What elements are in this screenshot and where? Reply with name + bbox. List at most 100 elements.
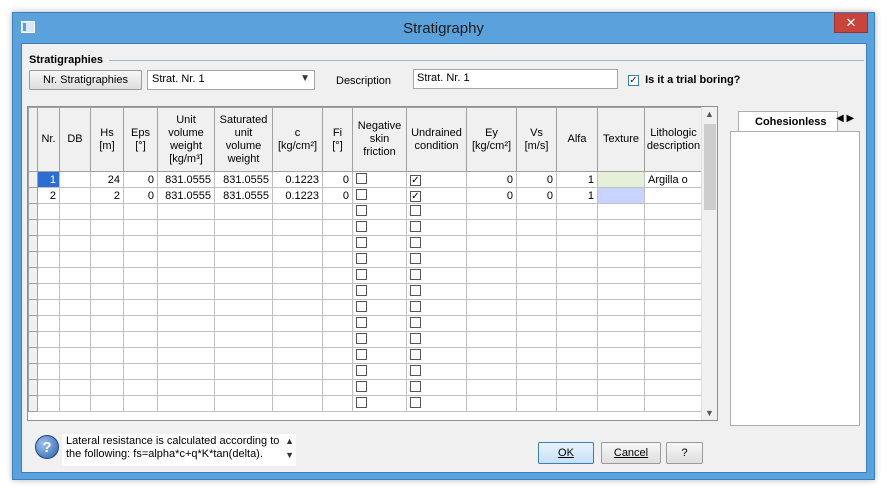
table-cell[interactable] — [37, 331, 60, 348]
negative-skin-friction-checkbox[interactable] — [356, 172, 367, 184]
table-cell[interactable] — [352, 267, 407, 284]
table-cell[interactable] — [556, 299, 598, 316]
table-cell[interactable] — [214, 347, 273, 364]
table-cell[interactable] — [157, 395, 215, 412]
table-cell[interactable] — [466, 203, 517, 220]
table-cell[interactable] — [322, 251, 353, 268]
table-cell[interactable]: 0 — [123, 187, 158, 204]
negative-skin-friction-checkbox[interactable] — [356, 364, 367, 376]
table-cell[interactable] — [556, 219, 598, 236]
negative-skin-friction-checkbox[interactable] — [356, 396, 367, 408]
table-cell[interactable] — [352, 235, 407, 252]
column-header[interactable]: Hs [m] — [90, 107, 124, 172]
table-cell[interactable] — [90, 203, 124, 220]
table-cell[interactable] — [214, 251, 273, 268]
nr-stratigraphies-button[interactable]: Nr. Stratigraphies — [29, 70, 142, 90]
row-selector[interactable] — [28, 203, 38, 220]
table-cell[interactable] — [214, 283, 273, 300]
table-cell[interactable] — [322, 331, 353, 348]
table-cell[interactable]: 831.0555 — [157, 187, 215, 204]
table-cell[interactable] — [322, 235, 353, 252]
tab-next-icon[interactable]: ▶ — [846, 113, 854, 124]
table-cell[interactable] — [59, 379, 91, 396]
table-cell[interactable] — [123, 283, 158, 300]
table-cell[interactable] — [466, 267, 517, 284]
table-cell[interactable] — [322, 203, 353, 220]
ok-button[interactable]: OK — [538, 442, 594, 464]
table-cell[interactable] — [59, 331, 91, 348]
table-cell[interactable] — [123, 395, 158, 412]
negative-skin-friction-checkbox[interactable] — [356, 332, 367, 344]
tab-prev-icon[interactable]: ◀ — [836, 113, 844, 124]
table-cell[interactable] — [37, 379, 60, 396]
undrained-condition-checkbox[interactable] — [410, 236, 421, 248]
table-cell[interactable] — [59, 187, 91, 204]
row-selector[interactable] — [28, 347, 38, 364]
table-cell[interactable]: 0.1223 — [272, 187, 323, 204]
table-cell[interactable] — [556, 315, 598, 332]
table-cell[interactable] — [90, 379, 124, 396]
table-cell[interactable] — [322, 219, 353, 236]
table-row[interactable] — [28, 315, 703, 332]
table-cell[interactable] — [272, 235, 323, 252]
table-cell[interactable] — [37, 315, 60, 332]
table-cell[interactable] — [352, 187, 407, 204]
table-cell[interactable] — [37, 203, 60, 220]
table-cell[interactable] — [406, 203, 467, 220]
undrained-condition-checkbox[interactable] — [410, 316, 421, 328]
column-header[interactable]: Texture — [597, 107, 645, 172]
table-cell[interactable] — [322, 315, 353, 332]
table-cell[interactable] — [123, 267, 158, 284]
undrained-condition-checkbox[interactable] — [410, 332, 421, 344]
table-row[interactable] — [28, 251, 703, 268]
table-cell[interactable] — [406, 315, 467, 332]
column-header[interactable]: c [kg/cm²] — [272, 107, 323, 172]
table-cell[interactable] — [597, 171, 645, 188]
table-row[interactable] — [28, 395, 703, 412]
table-cell[interactable] — [37, 347, 60, 364]
table-cell[interactable] — [157, 235, 215, 252]
table-cell[interactable] — [406, 251, 467, 268]
table-cell[interactable] — [597, 363, 645, 380]
row-selector[interactable] — [28, 299, 38, 316]
table-cell[interactable] — [272, 203, 323, 220]
table-cell[interactable] — [352, 283, 407, 300]
table-cell[interactable] — [214, 331, 273, 348]
table-row[interactable] — [28, 363, 703, 380]
table-cell[interactable] — [322, 267, 353, 284]
table-cell[interactable] — [597, 251, 645, 268]
table-cell[interactable] — [123, 331, 158, 348]
table-cell[interactable] — [644, 379, 703, 396]
negative-skin-friction-checkbox[interactable] — [356, 204, 367, 216]
table-cell[interactable] — [516, 379, 557, 396]
table-cell[interactable] — [59, 395, 91, 412]
column-header[interactable]: Negative skin friction — [352, 107, 407, 172]
row-selector[interactable] — [28, 251, 38, 268]
row-selector[interactable] — [28, 379, 38, 396]
table-cell[interactable]: 0 — [322, 171, 353, 188]
table-cell[interactable] — [516, 283, 557, 300]
table-cell[interactable] — [644, 395, 703, 412]
table-cell[interactable] — [59, 235, 91, 252]
undrained-condition-checkbox[interactable] — [410, 380, 421, 392]
row-selector[interactable] — [28, 171, 38, 188]
table-cell[interactable] — [466, 331, 517, 348]
table-cell[interactable] — [157, 331, 215, 348]
undrained-condition-checkbox[interactable] — [410, 252, 421, 264]
table-cell[interactable] — [157, 219, 215, 236]
table-cell[interactable] — [37, 363, 60, 380]
table-cell[interactable] — [352, 203, 407, 220]
table-cell[interactable] — [123, 363, 158, 380]
table-cell[interactable] — [352, 363, 407, 380]
table-cell[interactable] — [322, 283, 353, 300]
table-cell[interactable] — [406, 267, 467, 284]
table-cell[interactable] — [644, 203, 703, 220]
table-cell[interactable] — [516, 315, 557, 332]
table-cell[interactable] — [597, 299, 645, 316]
table-cell[interactable] — [90, 219, 124, 236]
table-cell[interactable] — [597, 235, 645, 252]
negative-skin-friction-checkbox[interactable] — [356, 268, 367, 280]
table-cell[interactable] — [214, 219, 273, 236]
table-cell[interactable] — [597, 187, 645, 204]
table-row[interactable] — [28, 219, 703, 236]
